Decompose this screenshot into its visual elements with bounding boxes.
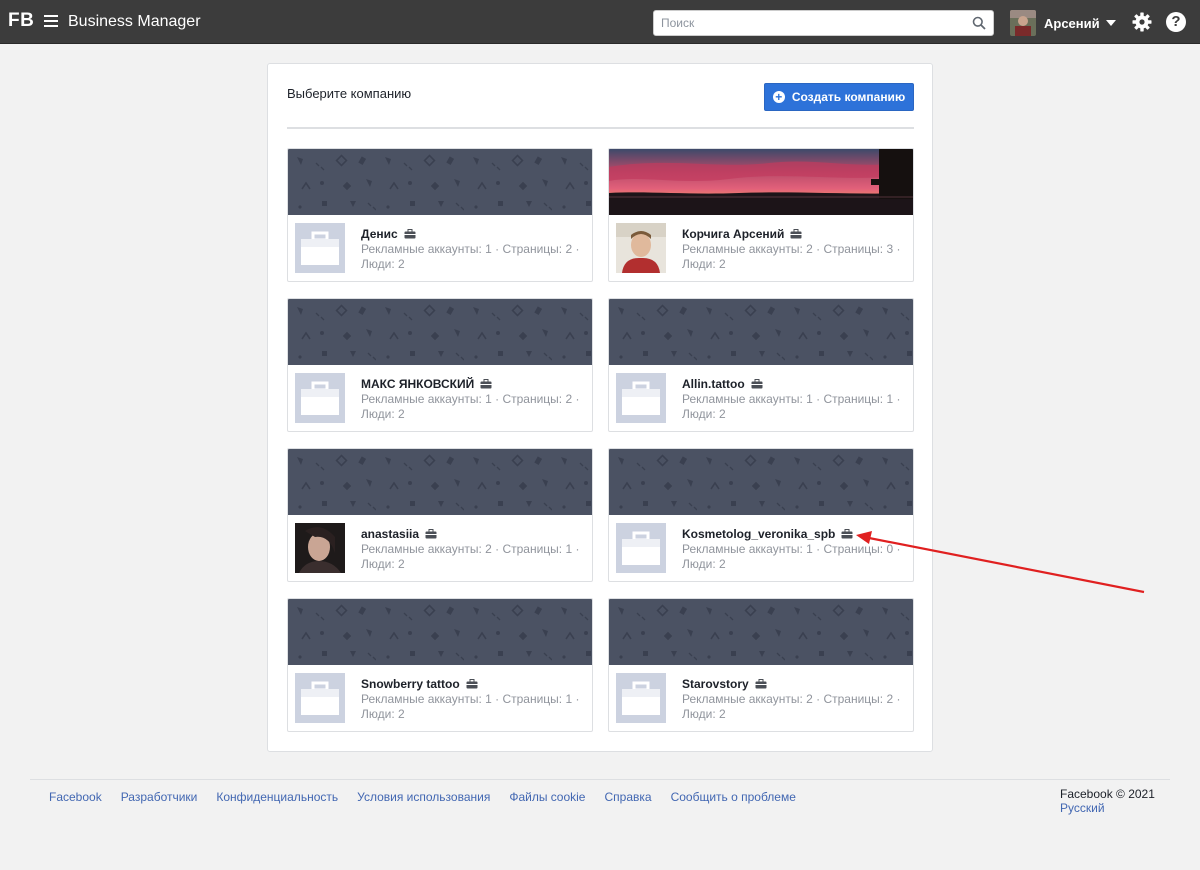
search-input[interactable] — [654, 11, 954, 35]
business-cover — [288, 599, 592, 665]
business-avatar — [616, 373, 666, 423]
business-cover — [609, 149, 913, 215]
footer-link-terms[interactable]: Условия использования — [357, 790, 490, 804]
create-business-label: Создать компанию — [791, 90, 906, 104]
brand-logo[interactable]: FB — [8, 10, 34, 32]
business-people: Люди: 2 — [682, 257, 726, 271]
user-name[interactable]: Арсений — [1044, 16, 1100, 31]
business-people: Люди: 2 — [361, 407, 405, 421]
business-avatar — [616, 223, 666, 273]
business-avatar — [295, 673, 345, 723]
business-name-text: Starovstory — [682, 677, 749, 691]
business-name-text: anastasiia — [361, 527, 420, 541]
gear-icon[interactable] — [1132, 12, 1152, 32]
caret-down-icon[interactable] — [1105, 20, 1116, 26]
business-name[interactable]: Корчига Арсений — [682, 227, 802, 241]
business-avatar — [295, 223, 345, 273]
business-card[interactable]: МАКС ЯНКОВСКИЙ Рекламные аккаунты: 1 · С… — [287, 298, 593, 432]
business-avatar — [295, 373, 345, 423]
business-card[interactable]: Snowberry tattoo Рекламные аккаунты: 1 ·… — [287, 598, 593, 732]
footer-link-developers[interactable]: Разработчики — [121, 790, 198, 804]
business-name-text: МАКС ЯНКОВСКИЙ — [361, 377, 475, 391]
business-name[interactable]: Allin.tattoo — [682, 377, 763, 391]
business-name[interactable]: Kosmetolog_veronika_spb — [682, 527, 853, 541]
footer-divider — [30, 779, 1170, 780]
help-icon[interactable]: ? — [1166, 12, 1186, 32]
business-people: Люди: 2 — [361, 707, 405, 721]
business-name[interactable]: Snowberry tattoo — [361, 677, 478, 691]
briefcase-icon — [425, 529, 437, 539]
briefcase-icon — [790, 229, 802, 239]
business-card[interactable]: Денис Рекламные аккаунты: 1 · Страницы: … — [287, 148, 593, 282]
copyright: Facebook © 2021 — [1060, 787, 1155, 801]
business-cover — [609, 599, 913, 665]
business-cover — [609, 449, 913, 515]
business-name-text: Kosmetolog_veronika_spb — [682, 527, 836, 541]
footer-link-facebook[interactable]: Facebook — [49, 790, 102, 804]
business-cover — [288, 149, 592, 215]
business-avatar — [616, 673, 666, 723]
business-cover — [288, 449, 592, 515]
divider — [287, 127, 914, 129]
briefcase-icon — [466, 679, 478, 689]
business-picker-panel: Выберите компанию + Создать компанию Ден… — [267, 63, 933, 752]
business-stats: Рекламные аккаунты: 1 · Страницы: 1 · — [361, 692, 580, 706]
business-stats: Рекламные аккаунты: 2 · Страницы: 2 · — [682, 692, 901, 706]
page-title: Выберите компанию — [287, 86, 412, 101]
user-menu[interactable]: Арсений — [1010, 9, 1116, 37]
business-stats: Рекламные аккаунты: 2 · Страницы: 3 · — [682, 242, 901, 256]
business-name-text: Snowberry tattoo — [361, 677, 460, 691]
language-link[interactable]: Русский — [1060, 801, 1105, 815]
top-bar: FB Business Manager Арсений — [0, 0, 1200, 44]
briefcase-icon — [480, 379, 492, 389]
briefcase-icon — [751, 379, 763, 389]
create-business-button[interactable]: + Создать компанию — [764, 83, 914, 111]
plus-icon: + — [772, 91, 785, 103]
business-name-text: Корчига Арсений — [682, 227, 785, 241]
business-card[interactable]: anastasiia Рекламные аккаунты: 2 · Стран… — [287, 448, 593, 582]
business-stats: Рекламные аккаунты: 2 · Страницы: 1 · — [361, 542, 580, 556]
business-people: Люди: 2 — [682, 707, 726, 721]
business-people: Люди: 2 — [682, 407, 726, 421]
business-name-text: Денис — [361, 227, 398, 241]
business-name[interactable]: anastasiia — [361, 527, 437, 541]
business-card[interactable]: Корчига Арсений Рекламные аккаунты: 2 · … — [608, 148, 914, 282]
business-name[interactable]: МАКС ЯНКОВСКИЙ — [361, 377, 492, 391]
business-stats: Рекламные аккаунты: 1 · Страницы: 1 · — [682, 392, 901, 406]
business-card[interactable]: Starovstory Рекламные аккаунты: 2 · Стра… — [608, 598, 914, 732]
business-stats: Рекламные аккаунты: 1 · Страницы: 2 · — [361, 392, 580, 406]
business-avatar — [616, 523, 666, 573]
footer-links: Facebook Разработчики Конфиденциальность… — [49, 790, 815, 804]
business-cover — [288, 299, 592, 365]
business-name[interactable]: Starovstory — [682, 677, 767, 691]
menu-icon[interactable] — [44, 15, 58, 27]
footer-link-report[interactable]: Сообщить о проблеме — [671, 790, 796, 804]
business-cover — [609, 299, 913, 365]
business-people: Люди: 2 — [682, 557, 726, 571]
app-title[interactable]: Business Manager — [68, 13, 201, 31]
business-name-text: Allin.tattoo — [682, 377, 745, 391]
annotation-arrow — [856, 531, 1145, 594]
user-avatar[interactable] — [1010, 10, 1036, 36]
business-card[interactable]: Allin.tattoo Рекламные аккаунты: 1 · Стр… — [608, 298, 914, 432]
business-avatar — [295, 523, 345, 573]
business-name[interactable]: Денис — [361, 227, 416, 241]
briefcase-icon — [404, 229, 416, 239]
search-icon[interactable] — [972, 16, 986, 30]
footer-link-help[interactable]: Справка — [604, 790, 651, 804]
briefcase-icon — [755, 679, 767, 689]
business-people: Люди: 2 — [361, 257, 405, 271]
footer-link-cookies[interactable]: Файлы cookie — [509, 790, 585, 804]
business-stats: Рекламные аккаунты: 1 · Страницы: 2 · — [361, 242, 580, 256]
search-box[interactable] — [653, 10, 994, 36]
business-people: Люди: 2 — [361, 557, 405, 571]
footer-link-privacy[interactable]: Конфиденциальность — [216, 790, 338, 804]
